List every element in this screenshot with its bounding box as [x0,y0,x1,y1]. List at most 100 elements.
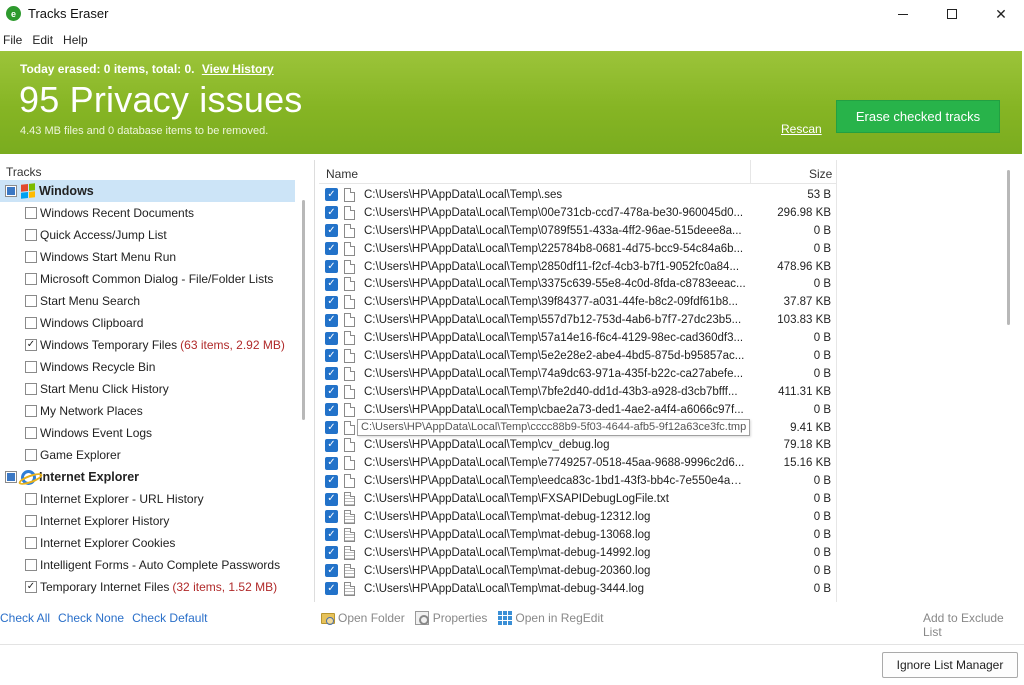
tree-item[interactable]: Windows Start Menu Run [0,246,300,268]
tree-item[interactable]: Internet Explorer Cookies [0,532,300,554]
group-checkbox[interactable] [5,185,17,197]
file-row[interactable]: ✓ C:\Users\HP\AppData\Local\Temp\0789f551… [319,222,839,240]
open-regedit-button[interactable]: Open in RegEdit [497,611,603,626]
file-row[interactable]: ✓ C:\Users\HP\AppData\Local\Temp\cv_debug… [319,436,839,454]
track-checkbox[interactable] [25,207,37,219]
open-folder-button[interactable]: Open Folder [320,611,405,626]
minimize-button[interactable] [880,0,926,28]
file-row[interactable]: ✓ C:\Users\HP\AppData\Local\Temp\74a9dc63… [319,365,839,383]
track-checkbox[interactable] [25,273,37,285]
file-checkbox[interactable]: ✓ [325,367,338,381]
track-checkbox[interactable]: ✓ [25,581,37,593]
file-checkbox[interactable]: ✓ [325,421,338,435]
file-row[interactable]: ✓ C:\Users\HP\AppData\Local\Temp\mat-debu… [319,508,839,526]
track-checkbox[interactable] [25,383,37,395]
tree-item[interactable]: Windows Clipboard [0,312,300,334]
file-row[interactable]: ✓ C:\Users\HP\AppData\Local\Temp\5e2e28e2… [319,347,839,365]
tree-item[interactable]: Windows Recent Documents [0,202,300,224]
maximize-button[interactable] [929,0,975,28]
file-checkbox[interactable]: ✓ [325,385,338,399]
check-default-link[interactable]: Check Default [132,611,207,625]
track-checkbox[interactable] [25,559,37,571]
file-checkbox[interactable]: ✓ [325,492,338,506]
tree-item[interactable]: ✓ Temporary Internet Files (32 items, 1.52… [0,576,300,598]
track-checkbox[interactable] [25,229,37,241]
tree-item[interactable]: Microsoft Common Dialog - File/Folder Li… [0,268,300,290]
track-checkbox[interactable] [25,493,37,505]
tree-item[interactable]: Internet Explorer History [0,510,300,532]
file-checkbox[interactable]: ✓ [325,242,338,256]
tree-item[interactable]: Quick Access/Jump List [0,224,300,246]
file-row[interactable]: ✓ C:\Users\HP\AppData\Local\Temp\3375c639… [319,275,839,293]
tree-item[interactable]: Start Menu Click History [0,378,300,400]
rescan-link[interactable]: Rescan [781,122,822,136]
add-to-exclude-link[interactable]: Add to Exclude List [923,611,1024,639]
track-checkbox[interactable] [25,251,37,263]
track-checkbox[interactable] [25,317,37,329]
file-list-scrollbar[interactable] [1007,170,1010,325]
file-checkbox[interactable]: ✓ [325,456,338,470]
file-checkbox[interactable]: ✓ [325,260,338,273]
file-checkbox[interactable]: ✓ [325,528,338,542]
tree-item[interactable]: Windows Recycle Bin [0,356,300,378]
file-row[interactable]: ✓ C:\Users\HP\AppData\Local\Temp\39f84377… [319,293,839,311]
file-row[interactable]: ✓ C:\Users\HP\AppData\Local\Temp\mat-debu… [319,544,839,562]
track-checkbox[interactable] [25,427,37,439]
file-checkbox[interactable]: ✓ [325,474,338,488]
file-row[interactable]: ✓ C:\Users\HP\AppData\Local\Temp\mat-debu… [319,526,839,544]
file-row[interactable]: ✓ C:\Users\HP\AppData\Local\Temp\cbae2a73… [319,401,839,419]
file-checkbox[interactable]: ✓ [325,546,338,560]
file-checkbox[interactable]: ✓ [325,295,338,309]
tree-item[interactable]: Start Menu Search [0,290,300,312]
file-checkbox[interactable]: ✓ [325,313,338,327]
check-all-link[interactable]: Check All [0,611,50,625]
close-button[interactable]: ✕ [978,0,1024,28]
file-row[interactable]: ✓ C:\Users\HP\AppData\Local\Temp\2850df11… [319,258,839,276]
file-row[interactable]: ✓ C:\Users\HP\AppData\Local\Temp\cccc88b9… [319,418,839,437]
group-checkbox[interactable] [5,471,17,483]
track-checkbox[interactable] [25,295,37,307]
erase-checked-button[interactable]: Erase checked tracks [836,100,1000,133]
column-name-header[interactable]: Name [326,167,358,181]
tree-item[interactable]: Windows Event Logs [0,422,300,444]
file-checkbox[interactable]: ✓ [325,438,338,452]
file-checkbox[interactable]: ✓ [325,277,338,291]
track-checkbox[interactable] [25,405,37,417]
tree-item[interactable]: Internet Explorer - URL History [0,488,300,510]
tree-item[interactable]: ✓ Windows Temporary Files (63 items, 2.92 … [0,334,300,356]
tree-item[interactable]: My Network Places [0,400,300,422]
file-row[interactable]: ✓ C:\Users\HP\AppData\Local\Temp\00e731cb… [319,204,839,222]
file-checkbox[interactable]: ✓ [325,331,338,345]
ignore-list-manager-button[interactable]: Ignore List Manager [882,652,1018,678]
file-checkbox[interactable]: ✓ [325,188,338,202]
tree-item[interactable]: Game Explorer [0,444,300,466]
track-checkbox[interactable] [25,515,37,527]
track-checkbox[interactable] [25,449,37,461]
file-row[interactable]: ✓ C:\Users\HP\AppData\Local\Temp\eedca83c… [319,472,839,490]
menu-edit[interactable]: Edit [29,30,60,50]
file-checkbox[interactable]: ✓ [325,510,338,524]
file-checkbox[interactable]: ✓ [325,349,338,363]
file-row[interactable]: ✓ C:\Users\HP\AppData\Local\Temp\7bfe2d40… [319,383,839,401]
file-row[interactable]: ✓ C:\Users\HP\AppData\Local\Temp\557d7b12… [319,311,839,329]
file-checkbox[interactable]: ✓ [325,206,338,220]
tracks-scrollbar[interactable] [302,200,305,420]
column-divider[interactable] [750,160,751,184]
tree-item[interactable]: Intelligent Forms - Auto Complete Passwo… [0,554,300,576]
track-checkbox[interactable] [25,361,37,373]
column-size-header[interactable]: Size [809,167,832,181]
menu-help[interactable]: Help [60,30,95,50]
file-row[interactable]: ✓ C:\Users\HP\AppData\Local\Temp\FXSAPIDe… [319,490,839,508]
file-row[interactable]: ✓ C:\Users\HP\AppData\Local\Temp\mat-debu… [319,562,839,580]
check-none-link[interactable]: Check None [58,611,124,625]
properties-button[interactable]: Properties [415,611,487,626]
file-checkbox[interactable]: ✓ [325,403,338,417]
file-checkbox[interactable]: ✓ [325,582,338,596]
menu-file[interactable]: File [0,30,29,50]
file-checkbox[interactable]: ✓ [325,224,338,238]
view-history-link[interactable]: View History [202,62,274,76]
file-row[interactable]: ✓ C:\Users\HP\AppData\Local\Temp\225784b8… [319,240,839,258]
tree-group-windows[interactable]: Windows [0,180,295,202]
track-checkbox[interactable]: ✓ [25,339,37,351]
file-row[interactable]: ✓ C:\Users\HP\AppData\Local\Temp\57a14e16… [319,329,839,347]
